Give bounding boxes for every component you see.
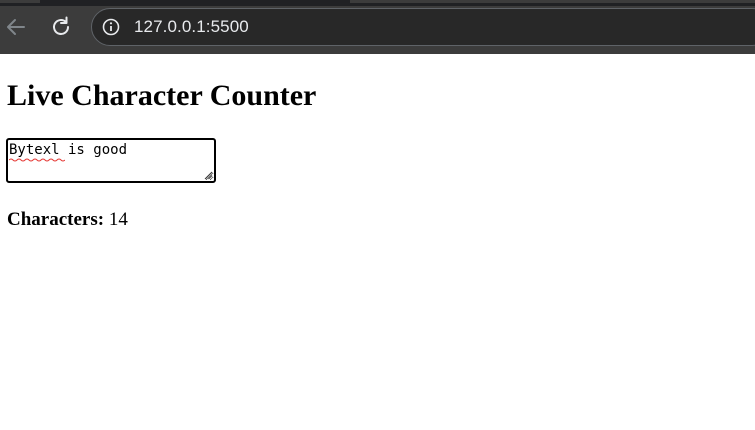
browser-toolbar: 127.0.0.1:5500	[0, 0, 755, 54]
arrow-left-icon	[7, 19, 25, 35]
tab-fragment[interactable]	[350, 0, 755, 3]
character-count-value: 14	[108, 209, 128, 230]
text-input[interactable]	[6, 138, 216, 183]
address-bar[interactable]: 127.0.0.1:5500	[91, 8, 755, 46]
tab-fragment[interactable]	[0, 0, 40, 3]
character-count-label: Characters:	[7, 209, 105, 230]
info-circle-icon	[102, 18, 120, 36]
site-info-button[interactable]	[100, 16, 122, 38]
character-count: Characters: 14	[7, 209, 128, 231]
page-title: Live Character Counter	[7, 79, 317, 112]
reload-button[interactable]	[46, 12, 76, 42]
tab-strip	[0, 0, 755, 6]
url-text[interactable]: 127.0.0.1:5500	[134, 17, 249, 37]
reload-icon	[53, 16, 69, 35]
back-button[interactable]	[1, 12, 31, 42]
